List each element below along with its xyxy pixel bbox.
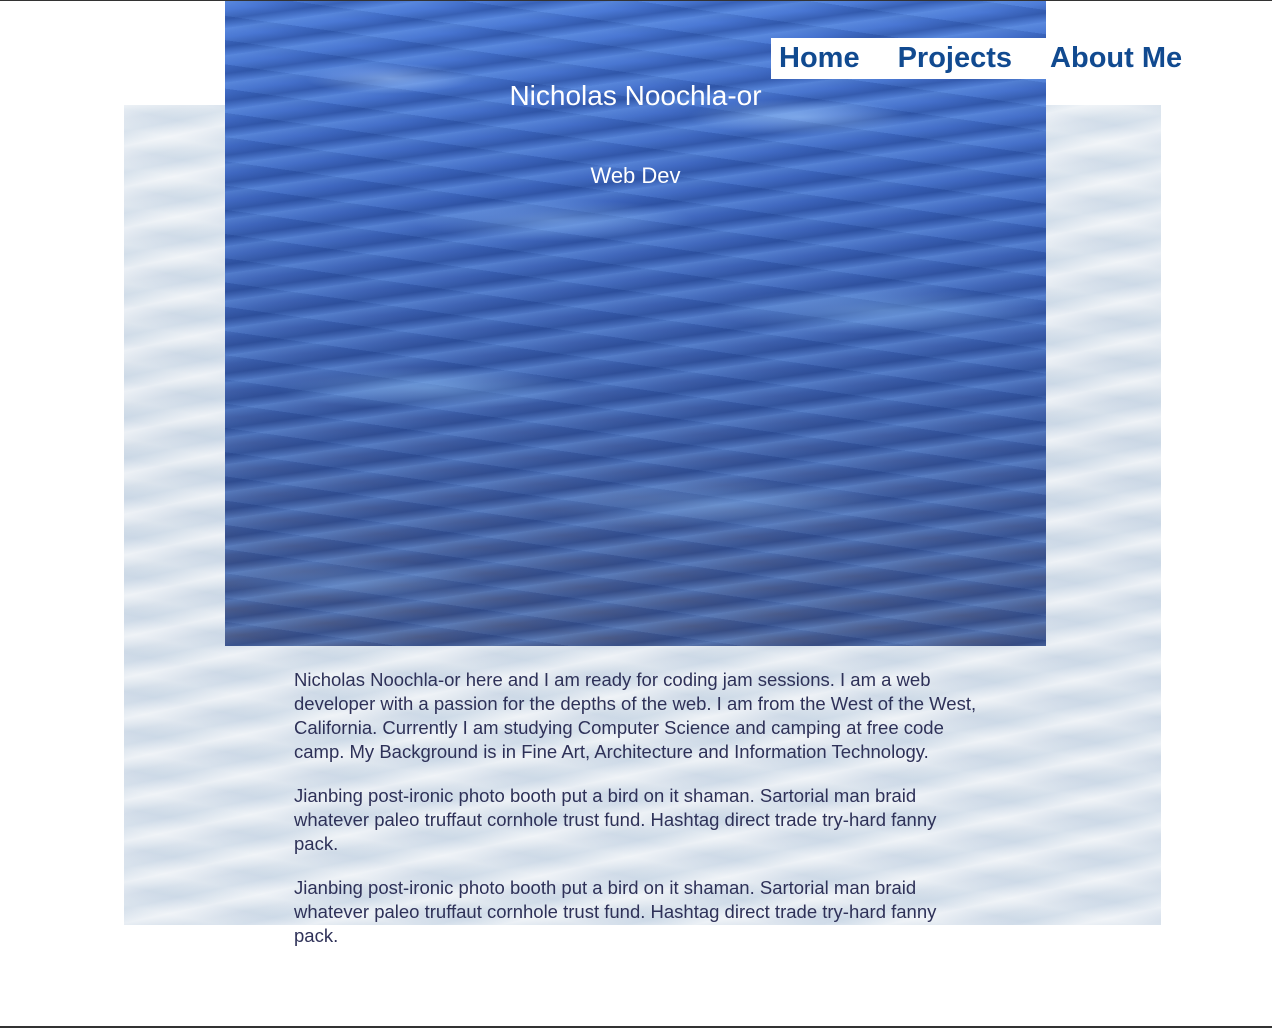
about-paragraph-intro: Nicholas Noochla-or here and I am ready … bbox=[294, 669, 977, 762]
about-content: Nicholas Noochla-or here and I am ready … bbox=[294, 668, 984, 968]
main-nav: Home Projects About Me bbox=[771, 38, 1191, 79]
hero-role-subtitle: Web Dev bbox=[590, 163, 681, 188]
nav-link-about-me[interactable]: About Me bbox=[1050, 42, 1182, 75]
hero-water-image: Nicholas Noochla-or Web Dev bbox=[225, 1, 1046, 646]
nav-link-home[interactable]: Home bbox=[779, 42, 860, 75]
page: Nicholas Noochla-or Web Dev Home Project… bbox=[0, 0, 1272, 1028]
about-paragraph-filler-2: Jianbing post-ironic photo booth put a b… bbox=[294, 877, 937, 946]
about-paragraph-filler-1: Jianbing post-ironic photo booth put a b… bbox=[294, 785, 937, 854]
nav-link-projects[interactable]: Projects bbox=[898, 42, 1012, 75]
hero-name-heading: Nicholas Noochla-or bbox=[509, 80, 762, 111]
